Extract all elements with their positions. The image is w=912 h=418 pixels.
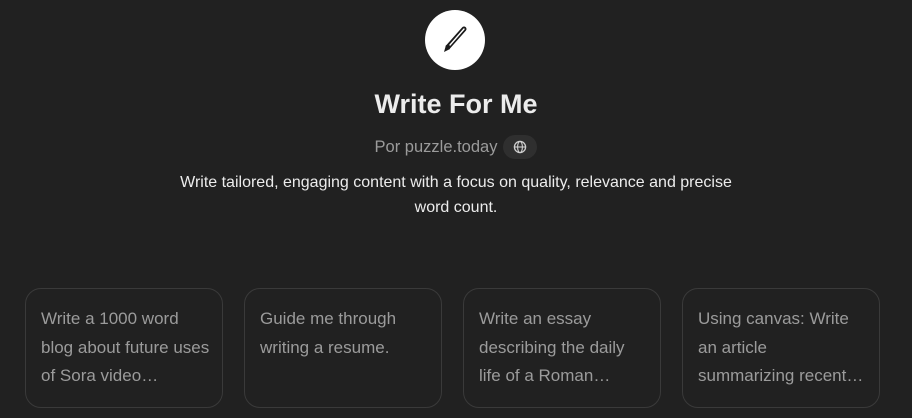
starter-card[interactable]: Guide me through writing a resume. [244, 288, 442, 408]
starter-card-text: Write a 1000 word blog about future uses… [41, 309, 210, 385]
gpt-avatar [425, 10, 485, 70]
conversation-starters: Write a 1000 word blog about future uses… [25, 288, 880, 408]
starter-card-text: Guide me through writing a resume. [260, 309, 397, 357]
gpt-description: Write tailored, engaging content with a … [180, 174, 732, 216]
gpt-intro-page: Write For Me Por puzzle.today Write tail… [0, 0, 912, 418]
gpt-title: Write For Me [374, 89, 538, 119]
starter-card[interactable]: Write an essay describing the daily life… [463, 288, 661, 408]
author-label: Por puzzle.today [374, 138, 498, 156]
starter-card-text: Using canvas: Write an article summarizi… [698, 309, 849, 385]
gpt-byline: Por puzzle.today [0, 134, 912, 160]
starter-card[interactable]: Write a 1000 word blog about future uses… [25, 288, 223, 408]
globe-icon [514, 140, 527, 154]
starter-card[interactable]: Using canvas: Write an article summarizi… [682, 288, 880, 408]
pen-icon [444, 26, 467, 52]
starter-card-text: Write an essay describing the daily life… [479, 309, 625, 385]
website-link-button[interactable] [503, 135, 538, 159]
